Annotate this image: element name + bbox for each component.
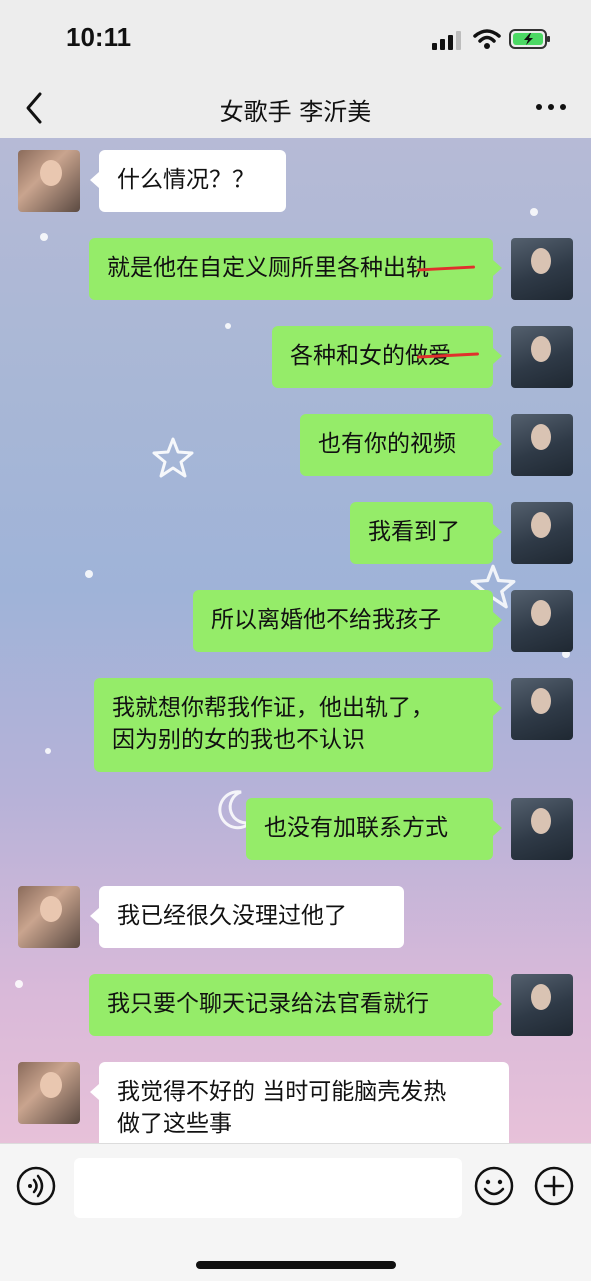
my-avatar[interactable]: [511, 974, 573, 1036]
status-bar: 10:11: [0, 0, 591, 78]
my-avatar[interactable]: [511, 798, 573, 860]
message-text-line: 我觉得不好的 当时可能脑壳发热: [117, 1079, 447, 1105]
message-text-line: 因为别的女的我也不认识: [112, 727, 365, 753]
message-text: 我看到了: [368, 519, 460, 545]
message-text: 所以离婚他不给我孩子: [211, 607, 441, 633]
message-text: 也没有加联系方式: [264, 815, 448, 841]
my-avatar[interactable]: [511, 502, 573, 564]
message-bubble[interactable]: 各种和女的做爱: [272, 326, 502, 388]
message-bubble[interactable]: 我看到了: [350, 502, 502, 564]
emoji-icon[interactable]: [474, 1166, 514, 1206]
wallpaper-dot: [530, 208, 538, 216]
my-avatar[interactable]: [511, 414, 573, 476]
message-input[interactable]: [74, 1158, 462, 1218]
peer-avatar[interactable]: [18, 886, 80, 948]
message-bubble[interactable]: 我就想你帮我作证，他出轨了， 因为别的女的我也不认识: [94, 678, 502, 772]
wallpaper-dot: [225, 323, 231, 329]
message-bubble[interactable]: 就是他在自定义厕所里各种出轨: [89, 238, 502, 300]
my-avatar[interactable]: [511, 678, 573, 740]
my-avatar[interactable]: [511, 238, 573, 300]
my-avatar[interactable]: [511, 326, 573, 388]
message-text-line: 我就想你帮我作证，他出轨了，: [112, 695, 434, 721]
message-bubble[interactable]: 也没有加联系方式: [246, 798, 502, 860]
my-avatar[interactable]: [511, 590, 573, 652]
message-text: 也有你的视频: [318, 431, 456, 457]
signal-icon: [432, 31, 461, 50]
peer-avatar[interactable]: [18, 1062, 80, 1124]
chat-area[interactable]: 什么情况？？ 就是他在自定义厕所里各种出轨 各种和女的做爱 也有你的视频 我看到…: [0, 138, 591, 1143]
battery-icon: [509, 29, 550, 49]
plus-icon[interactable]: [534, 1166, 574, 1206]
peer-avatar[interactable]: [18, 150, 80, 212]
message-bubble[interactable]: 也有你的视频: [300, 414, 502, 476]
chat-title: 女歌手 李沂美: [219, 98, 372, 126]
message-bubble[interactable]: 我已经很久没理过他了: [90, 886, 404, 948]
message-text: 我已经很久没理过他了: [117, 903, 347, 929]
message-bubble[interactable]: 什么情况？？: [90, 150, 286, 212]
wallpaper-dot: [45, 748, 51, 754]
more-icon[interactable]: [531, 92, 571, 122]
star-decoration-icon: [152, 437, 194, 478]
message-bubble[interactable]: 我只要个聊天记录给法官看就行: [89, 974, 502, 1036]
message-text: 就是他在自定义厕所里各种出轨: [107, 255, 429, 281]
message-bubble[interactable]: 所以离婚他不给我孩子: [193, 590, 502, 652]
wallpaper-dot: [85, 570, 93, 578]
message-text-line: 做了这些事: [117, 1111, 232, 1137]
chat-header: 女歌手 李沂美: [0, 78, 591, 138]
voice-icon[interactable]: [16, 1166, 56, 1206]
wallpaper-dot: [40, 233, 48, 241]
wallpaper-dot: [15, 980, 23, 988]
message-text: 什么情况？？: [117, 167, 255, 193]
wifi-icon: [473, 29, 501, 49]
input-bar: [0, 1143, 591, 1281]
status-time: 10:11: [66, 22, 132, 52]
message-bubble[interactable]: 我觉得不好的 当时可能脑壳发热 做了这些事: [90, 1062, 509, 1143]
message-text: 我只要个聊天记录给法官看就行: [107, 991, 429, 1017]
home-indicator[interactable]: [196, 1261, 396, 1269]
